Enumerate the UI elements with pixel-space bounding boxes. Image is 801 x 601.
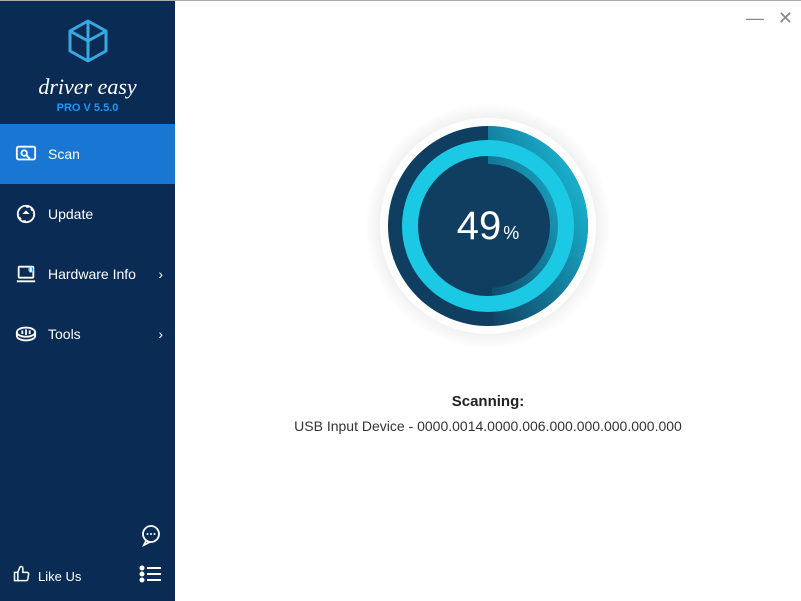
- chevron-right-icon: ›: [158, 326, 163, 342]
- like-us-label: Like Us: [38, 569, 81, 584]
- thumbs-up-icon: [12, 564, 32, 589]
- app-window: driver easy PRO V 5.5.0 Scan: [0, 1, 801, 601]
- nav-item-scan[interactable]: Scan: [0, 124, 175, 184]
- nav-item-hardware[interactable]: i Hardware Info ›: [0, 244, 175, 304]
- nav-item-tools[interactable]: Tools ›: [0, 304, 175, 364]
- scan-status-label: Scanning:: [294, 393, 682, 410]
- nav-label-scan: Scan: [48, 146, 80, 162]
- version-label: PRO V 5.5.0: [0, 102, 175, 114]
- sidebar-bottom: Like Us: [0, 507, 175, 601]
- nav-label-tools: Tools: [48, 326, 81, 342]
- window-controls: — ✕: [746, 9, 793, 27]
- main-content: 49% Scanning: USB Input Device - 0000.00…: [175, 1, 801, 601]
- brand-name: driver easy: [0, 74, 175, 100]
- like-us-button[interactable]: Like Us: [12, 564, 81, 589]
- feedback-icon[interactable]: [139, 523, 163, 552]
- chevron-right-icon: ›: [158, 266, 163, 282]
- hardware-icon: i: [14, 262, 38, 286]
- close-button[interactable]: ✕: [778, 9, 793, 27]
- menu-list-icon[interactable]: [139, 564, 163, 589]
- nav-label-update: Update: [48, 206, 93, 222]
- scan-status: Scanning: USB Input Device - 0000.0014.0…: [294, 393, 682, 434]
- tools-icon: [14, 322, 38, 346]
- svg-text:i: i: [30, 268, 31, 273]
- nav-item-update[interactable]: Update: [0, 184, 175, 244]
- nav-label-hardware: Hardware Info: [48, 266, 136, 282]
- update-icon: [14, 202, 38, 226]
- progress-value: 49%: [457, 204, 520, 249]
- sidebar: driver easy PRO V 5.5.0 Scan: [0, 1, 175, 601]
- nav: Scan Update: [0, 124, 175, 364]
- logo-area: driver easy PRO V 5.5.0: [0, 1, 175, 124]
- progress-circle: 49%: [363, 101, 613, 351]
- scan-icon: [14, 142, 38, 166]
- minimize-button[interactable]: —: [746, 9, 764, 27]
- logo-icon: [0, 19, 175, 68]
- scan-status-detail: USB Input Device - 0000.0014.0000.006.00…: [294, 418, 682, 434]
